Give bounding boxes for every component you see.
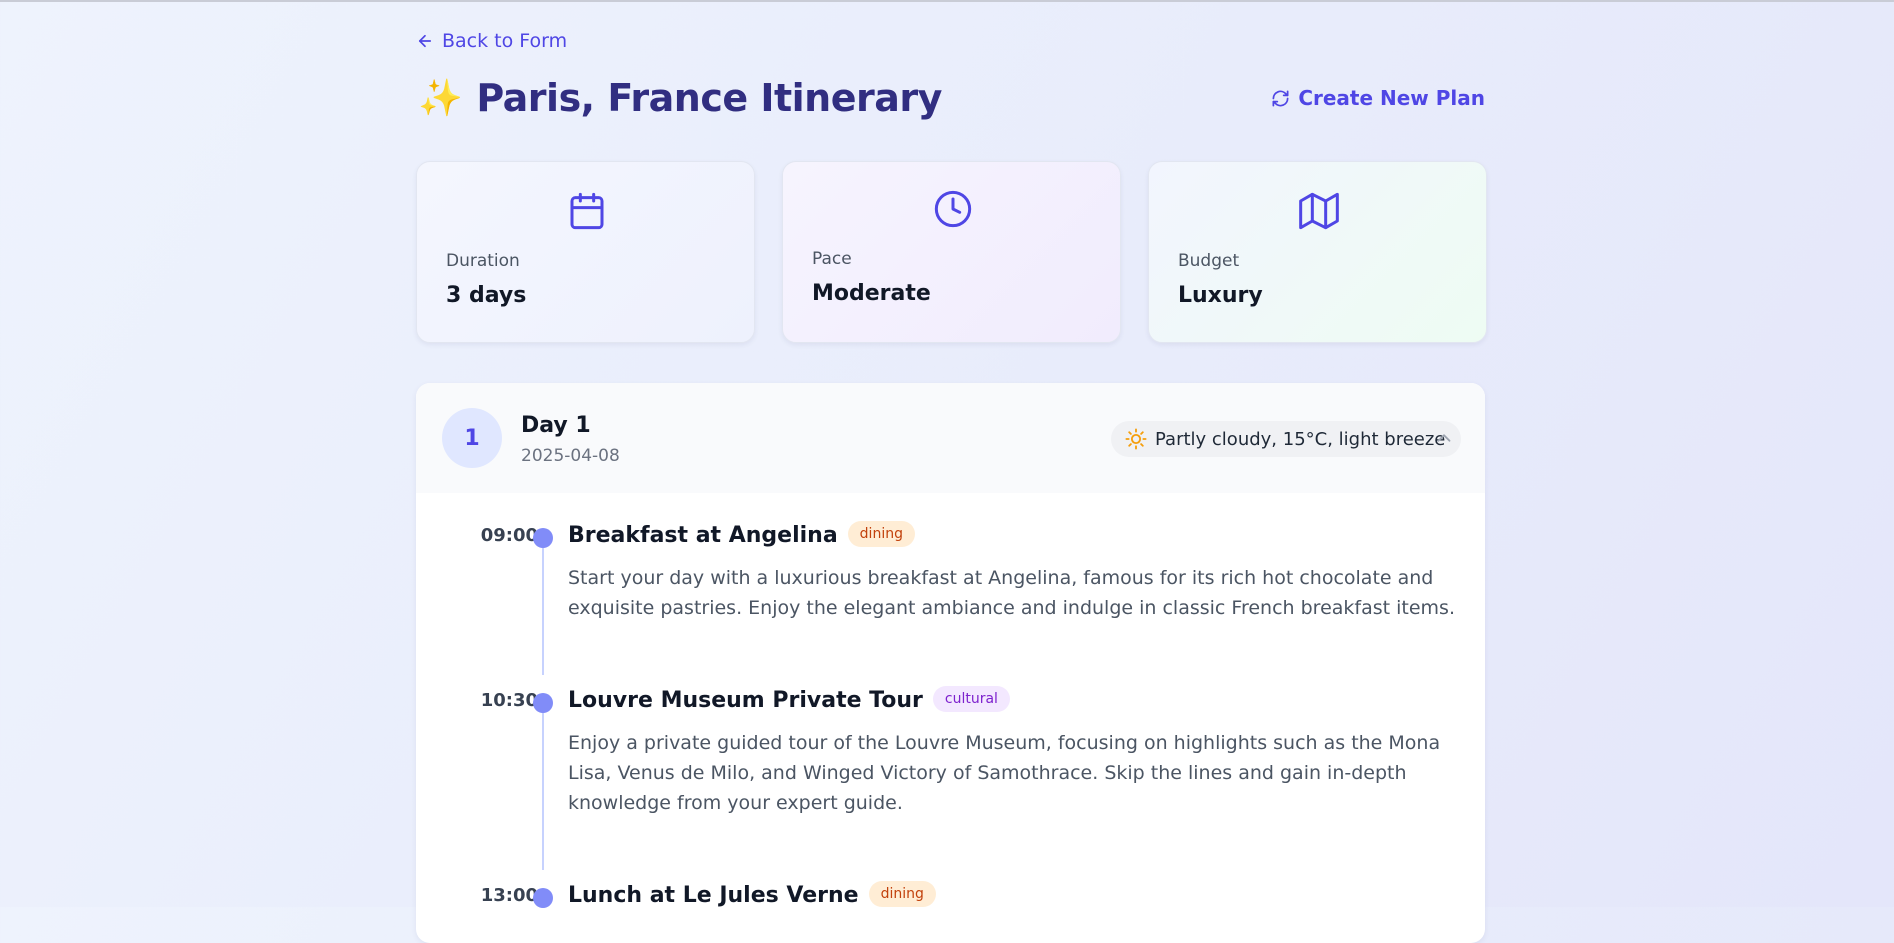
clock-icon — [934, 190, 972, 228]
summary-cards: Duration 3 days Pace Moderate Budget Lux… — [416, 161, 1487, 343]
activity-title-text: Breakfast at Angelina — [568, 523, 838, 548]
pace-card: Pace Moderate — [782, 161, 1121, 343]
page-title: ✨ Paris, France Itinerary — [418, 76, 942, 120]
title-row: ✨ Paris, France Itinerary Create New Pla… — [416, 76, 1485, 128]
back-to-form-link[interactable]: Back to Form — [416, 30, 567, 52]
activity-title: Lunch at Le Jules Verne dining — [568, 881, 936, 909]
budget-card: Budget Luxury — [1148, 161, 1487, 343]
activity-description: Enjoy a private guided tour of the Louvr… — [568, 732, 1441, 814]
activity-time: 10:30 — [480, 690, 538, 711]
weather-text: Partly cloudy, 15°C, light breeze — [1155, 428, 1446, 450]
budget-value: Luxury — [1178, 283, 1263, 308]
activity-title-text: Louvre Museum Private Tour — [568, 688, 923, 713]
duration-label: Duration — [446, 251, 520, 271]
activity-time: 09:00 — [480, 525, 538, 546]
pace-label: Pace — [812, 249, 852, 269]
calendar-icon — [570, 192, 604, 230]
timeline-dot — [533, 888, 553, 908]
day-number-badge: 1 — [442, 408, 502, 468]
day-card: 1 Day 1 2025-04-08 Partly cloudy, 15°C, … — [416, 383, 1485, 943]
timeline-line — [542, 548, 544, 675]
create-new-plan-button[interactable]: Create New Plan — [1271, 86, 1485, 110]
arrow-left-icon — [418, 34, 432, 48]
weather-badge: Partly cloudy, 15°C, light breeze — [1111, 421, 1462, 457]
duration-value: 3 days — [446, 283, 527, 308]
timeline-line — [542, 713, 544, 870]
map-icon — [1299, 192, 1339, 230]
day-title: Day 1 — [521, 413, 591, 438]
budget-label: Budget — [1178, 251, 1240, 271]
page-title-text: Paris, France Itinerary — [476, 76, 942, 120]
timeline-dot — [533, 528, 553, 548]
activity-time: 13:00 — [480, 885, 538, 906]
day-header[interactable]: 1 Day 1 2025-04-08 Partly cloudy, 15°C, … — [416, 383, 1485, 493]
chevron-up-icon[interactable] — [1433, 427, 1455, 449]
activity-title-text: Lunch at Le Jules Verne — [568, 883, 859, 908]
create-new-plan-label: Create New Plan — [1298, 86, 1485, 110]
duration-card: Duration 3 days — [416, 161, 755, 343]
back-to-form-label: Back to Form — [442, 30, 568, 52]
day-date: 2025-04-08 — [521, 446, 620, 466]
activity-description: Start your day with a luxurious breakfas… — [568, 567, 1455, 619]
sparkles-icon: ✨ — [418, 78, 463, 119]
top-border — [0, 0, 1894, 2]
pace-value: Moderate — [812, 281, 931, 306]
category-badge: cultural — [932, 686, 1010, 712]
activity-title: Louvre Museum Private Tour cultural — [568, 686, 1010, 714]
timeline-dot — [533, 693, 553, 713]
category-badge: dining — [847, 521, 915, 547]
activity-title: Breakfast at Angelina dining — [568, 521, 915, 549]
sun-icon — [1125, 428, 1147, 450]
category-badge: dining — [868, 881, 936, 907]
refresh-icon — [1272, 90, 1289, 106]
